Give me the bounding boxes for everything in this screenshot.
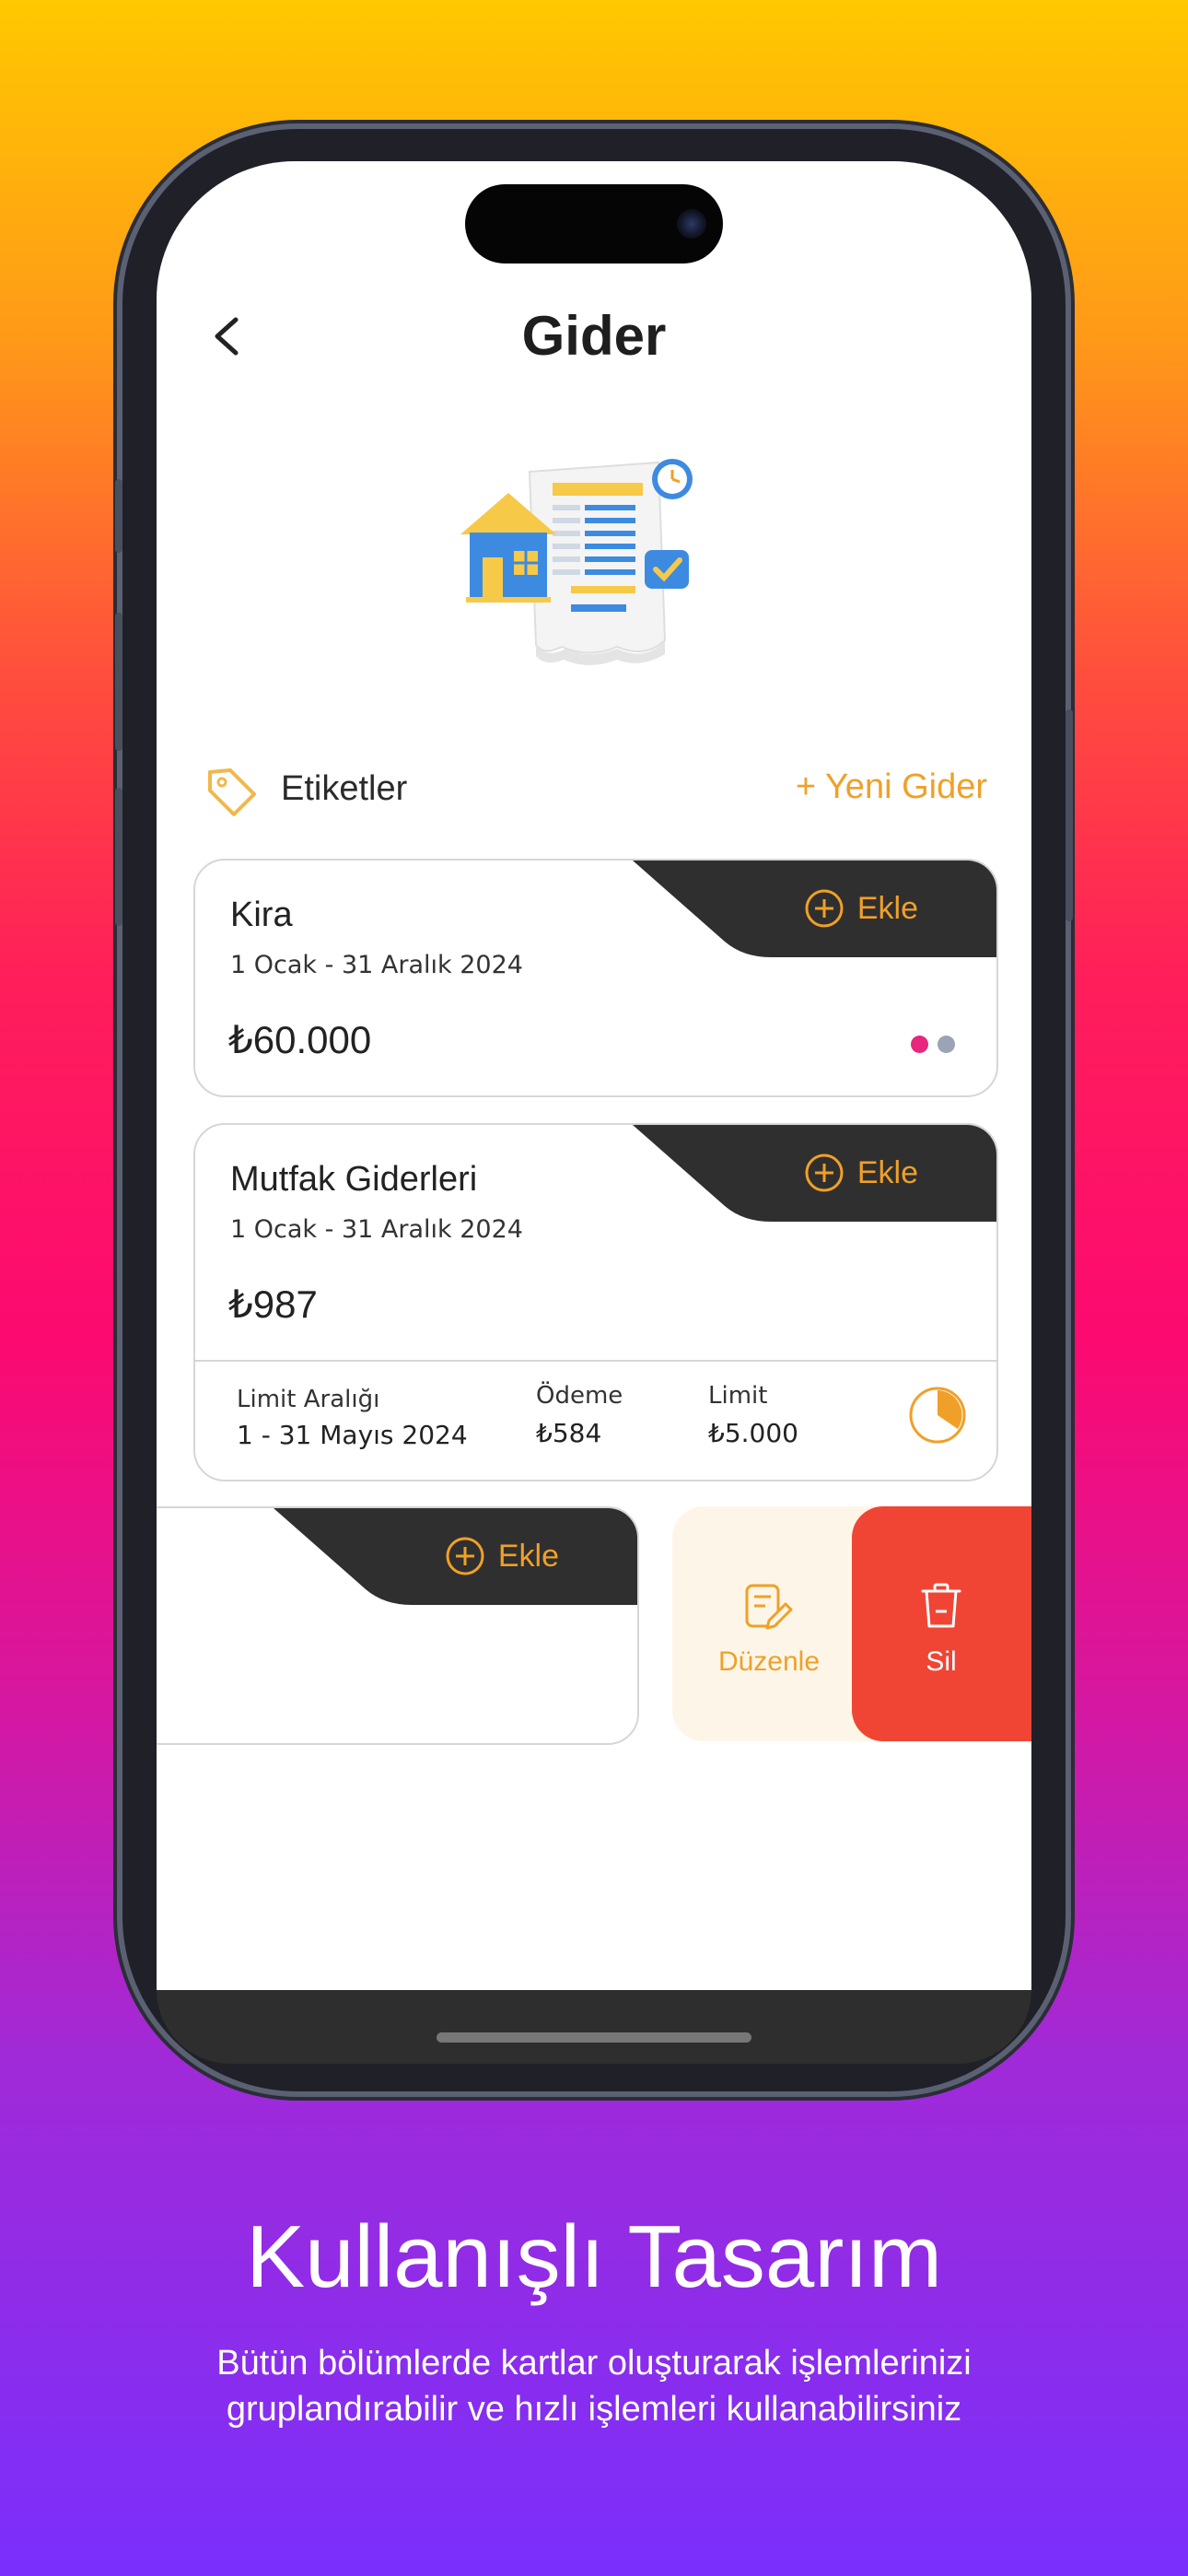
edit-label: Düzenle bbox=[717, 1646, 821, 1677]
volume-down-button bbox=[115, 788, 122, 926]
limit-label: Limit bbox=[708, 1382, 768, 1410]
screen-bottom-bezel bbox=[157, 1990, 1031, 2064]
card-amount: ₺987 bbox=[228, 1282, 318, 1326]
plus-circle-icon bbox=[446, 1537, 484, 1575]
bill-house-illustration bbox=[460, 459, 693, 665]
card-amount: ₺60.000 bbox=[228, 1018, 372, 1061]
promo-subtitle-line: gruplandırabilir ve hızlı işlemleri kull… bbox=[226, 2390, 962, 2429]
add-button[interactable]: Ekle bbox=[804, 1153, 918, 1193]
card-title: Mutfak Giderleri bbox=[230, 1160, 478, 1199]
limit-range-label: Limit Aralığı bbox=[237, 1386, 380, 1413]
card-divider bbox=[195, 1360, 996, 1362]
payment-label: Ödeme bbox=[536, 1382, 623, 1410]
tags-label[interactable]: Etiketler bbox=[281, 769, 407, 809]
camera bbox=[677, 209, 706, 239]
tag-dot bbox=[938, 1036, 955, 1053]
card-title: Kira bbox=[230, 896, 293, 934]
promo-subtitle: Bütün bölümlerde kartlar oluşturarak işl… bbox=[55, 2340, 1133, 2432]
promo-headline: Kullanışlı Tasarım bbox=[246, 2207, 942, 2306]
add-label: Ekle bbox=[856, 1154, 918, 1190]
edit-icon bbox=[745, 1584, 793, 1630]
add-button[interactable]: Ekle bbox=[804, 888, 918, 929]
new-expense-button[interactable]: + Yeni Gider bbox=[796, 767, 987, 807]
volume-up-button bbox=[115, 613, 122, 751]
payment-value: ₺584 bbox=[536, 1418, 602, 1448]
power-button bbox=[1066, 709, 1073, 921]
plus-circle-icon bbox=[805, 1153, 844, 1192]
tag-dots bbox=[911, 1036, 955, 1053]
card-dates: 1 Ocak - 31 Aralık 2024 bbox=[230, 1215, 523, 1244]
add-label: Ekle bbox=[497, 1538, 559, 1574]
app-screen: Gider Etiketler + Yeni Gider Ekle Kira 1… bbox=[157, 161, 1031, 1990]
expense-card-swiped[interactable]: Ekle bbox=[157, 1506, 639, 1745]
limit-value: ₺5.000 bbox=[708, 1418, 798, 1448]
home-indicator[interactable] bbox=[437, 2032, 751, 2043]
tag-icon bbox=[208, 768, 256, 816]
page-title: Gider bbox=[521, 305, 667, 367]
limit-range-value: 1 - 31 Mayıs 2024 bbox=[237, 1420, 468, 1450]
swipe-actions: Düzenle Sil bbox=[672, 1506, 1031, 1741]
promo-subtitle-line: Bütün bölümlerde kartlar oluşturarak işl… bbox=[216, 2344, 972, 2383]
pie-icon bbox=[909, 1387, 966, 1444]
side-button bbox=[115, 479, 122, 553]
expense-card-kira[interactable]: Ekle Kira 1 Ocak - 31 Aralık 2024 ₺60.00… bbox=[193, 859, 998, 1097]
delete-label: Sil bbox=[926, 1646, 957, 1677]
trash-icon bbox=[921, 1583, 961, 1628]
plus-circle-icon bbox=[805, 889, 844, 928]
expense-card-mutfak[interactable]: Ekle Mutfak Giderleri 1 Ocak - 31 Aralık… bbox=[193, 1123, 998, 1481]
card-dates: 1 Ocak - 31 Aralık 2024 bbox=[230, 951, 523, 979]
add-label: Ekle bbox=[856, 890, 918, 926]
add-button[interactable]: Ekle bbox=[445, 1536, 559, 1576]
tag-dot bbox=[911, 1036, 928, 1053]
